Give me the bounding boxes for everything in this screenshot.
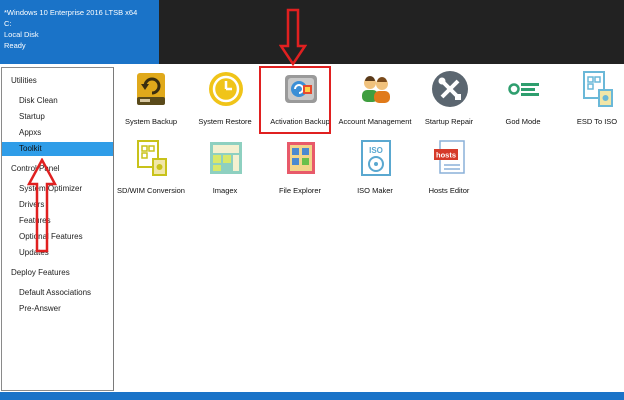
wim-conversion-icon	[133, 139, 171, 177]
annotation-arrow-up	[27, 158, 57, 253]
file-explorer-icon	[282, 139, 320, 177]
esd-to-iso-icon	[579, 70, 617, 108]
disk-backup-icon	[133, 70, 171, 108]
tool-label: Account Management	[338, 117, 412, 126]
god-mode-icon	[505, 70, 543, 108]
tool-label: Startup Repair	[424, 117, 474, 126]
tool-system-restore[interactable]: System Restore	[189, 70, 261, 140]
tool-imagex[interactable]: Imagex	[189, 139, 261, 209]
sidebar-item-disk-clean[interactable]: Disk Clean	[19, 96, 58, 105]
tools-repair-icon	[431, 70, 469, 108]
app-window: *Windows 10 Enterprise 2016 LTSB x64 C: …	[0, 0, 624, 400]
image-status: Ready	[4, 41, 26, 50]
imagex-icon	[207, 139, 245, 177]
hosts-icon-text: hosts	[436, 151, 456, 160]
tool-label: ESD To ISO	[576, 117, 618, 126]
hosts-editor-icon: hosts	[431, 139, 469, 177]
sidebar: Utilities Disk Clean Startup Appxs Toolk…	[1, 67, 114, 391]
tool-god-mode[interactable]: God Mode	[487, 70, 559, 140]
annotation-arrow-down	[279, 8, 307, 66]
sidebar-section-deploy-features[interactable]: Deploy Features	[11, 268, 70, 277]
sidebar-item-appxs[interactable]: Appxs	[19, 128, 41, 137]
tool-label: System Backup	[124, 117, 178, 126]
tool-label: ISO Maker	[357, 186, 393, 195]
image-drive: C:	[4, 19, 12, 28]
header-banner	[159, 0, 624, 64]
tool-system-backup[interactable]: System Backup	[115, 70, 187, 140]
status-bar	[0, 392, 624, 400]
tool-iso-maker[interactable]: ISO ISO Maker	[339, 139, 411, 209]
tool-hosts-editor[interactable]: hosts Hosts Editor	[413, 139, 485, 209]
tool-esd-to-iso[interactable]: ESD To ISO	[561, 70, 624, 140]
iso-maker-icon: ISO	[357, 139, 395, 177]
iso-icon-text: ISO	[369, 146, 383, 155]
tool-wim-conversion[interactable]: SD/WIM Conversion	[115, 139, 187, 209]
tool-label: SD/WIM Conversion	[117, 186, 185, 195]
image-disk-type: Local Disk	[4, 30, 39, 39]
tool-startup-repair[interactable]: Startup Repair	[413, 70, 485, 140]
image-title: *Windows 10 Enterprise 2016 LTSB x64	[4, 8, 138, 17]
tool-label: Imagex	[212, 186, 238, 195]
toolkit-panel: System Backup System Restore Activation …	[115, 67, 624, 391]
tool-label: File Explorer	[278, 186, 322, 195]
sidebar-item-default-associations[interactable]: Default Associations	[19, 288, 91, 297]
sidebar-item-pre-answer[interactable]: Pre-Answer	[19, 304, 61, 313]
tool-label: God Mode	[505, 117, 541, 126]
clock-restore-icon	[207, 70, 245, 108]
tool-account-management[interactable]: Account Management	[339, 70, 411, 140]
users-icon	[357, 70, 395, 108]
sidebar-item-startup[interactable]: Startup	[19, 112, 45, 121]
tool-label: System Restore	[198, 117, 252, 126]
sidebar-item-toolkit-label: Toolkit	[19, 144, 42, 153]
sidebar-item-toolkit[interactable]: Toolkit	[2, 142, 113, 156]
tool-label: Hosts Editor	[428, 186, 470, 195]
tool-file-explorer[interactable]: File Explorer	[264, 139, 336, 209]
annotation-highlight-box	[259, 66, 331, 134]
sidebar-section-utilities[interactable]: Utilities	[11, 76, 37, 85]
image-info-panel: *Windows 10 Enterprise 2016 LTSB x64 C: …	[0, 0, 159, 64]
